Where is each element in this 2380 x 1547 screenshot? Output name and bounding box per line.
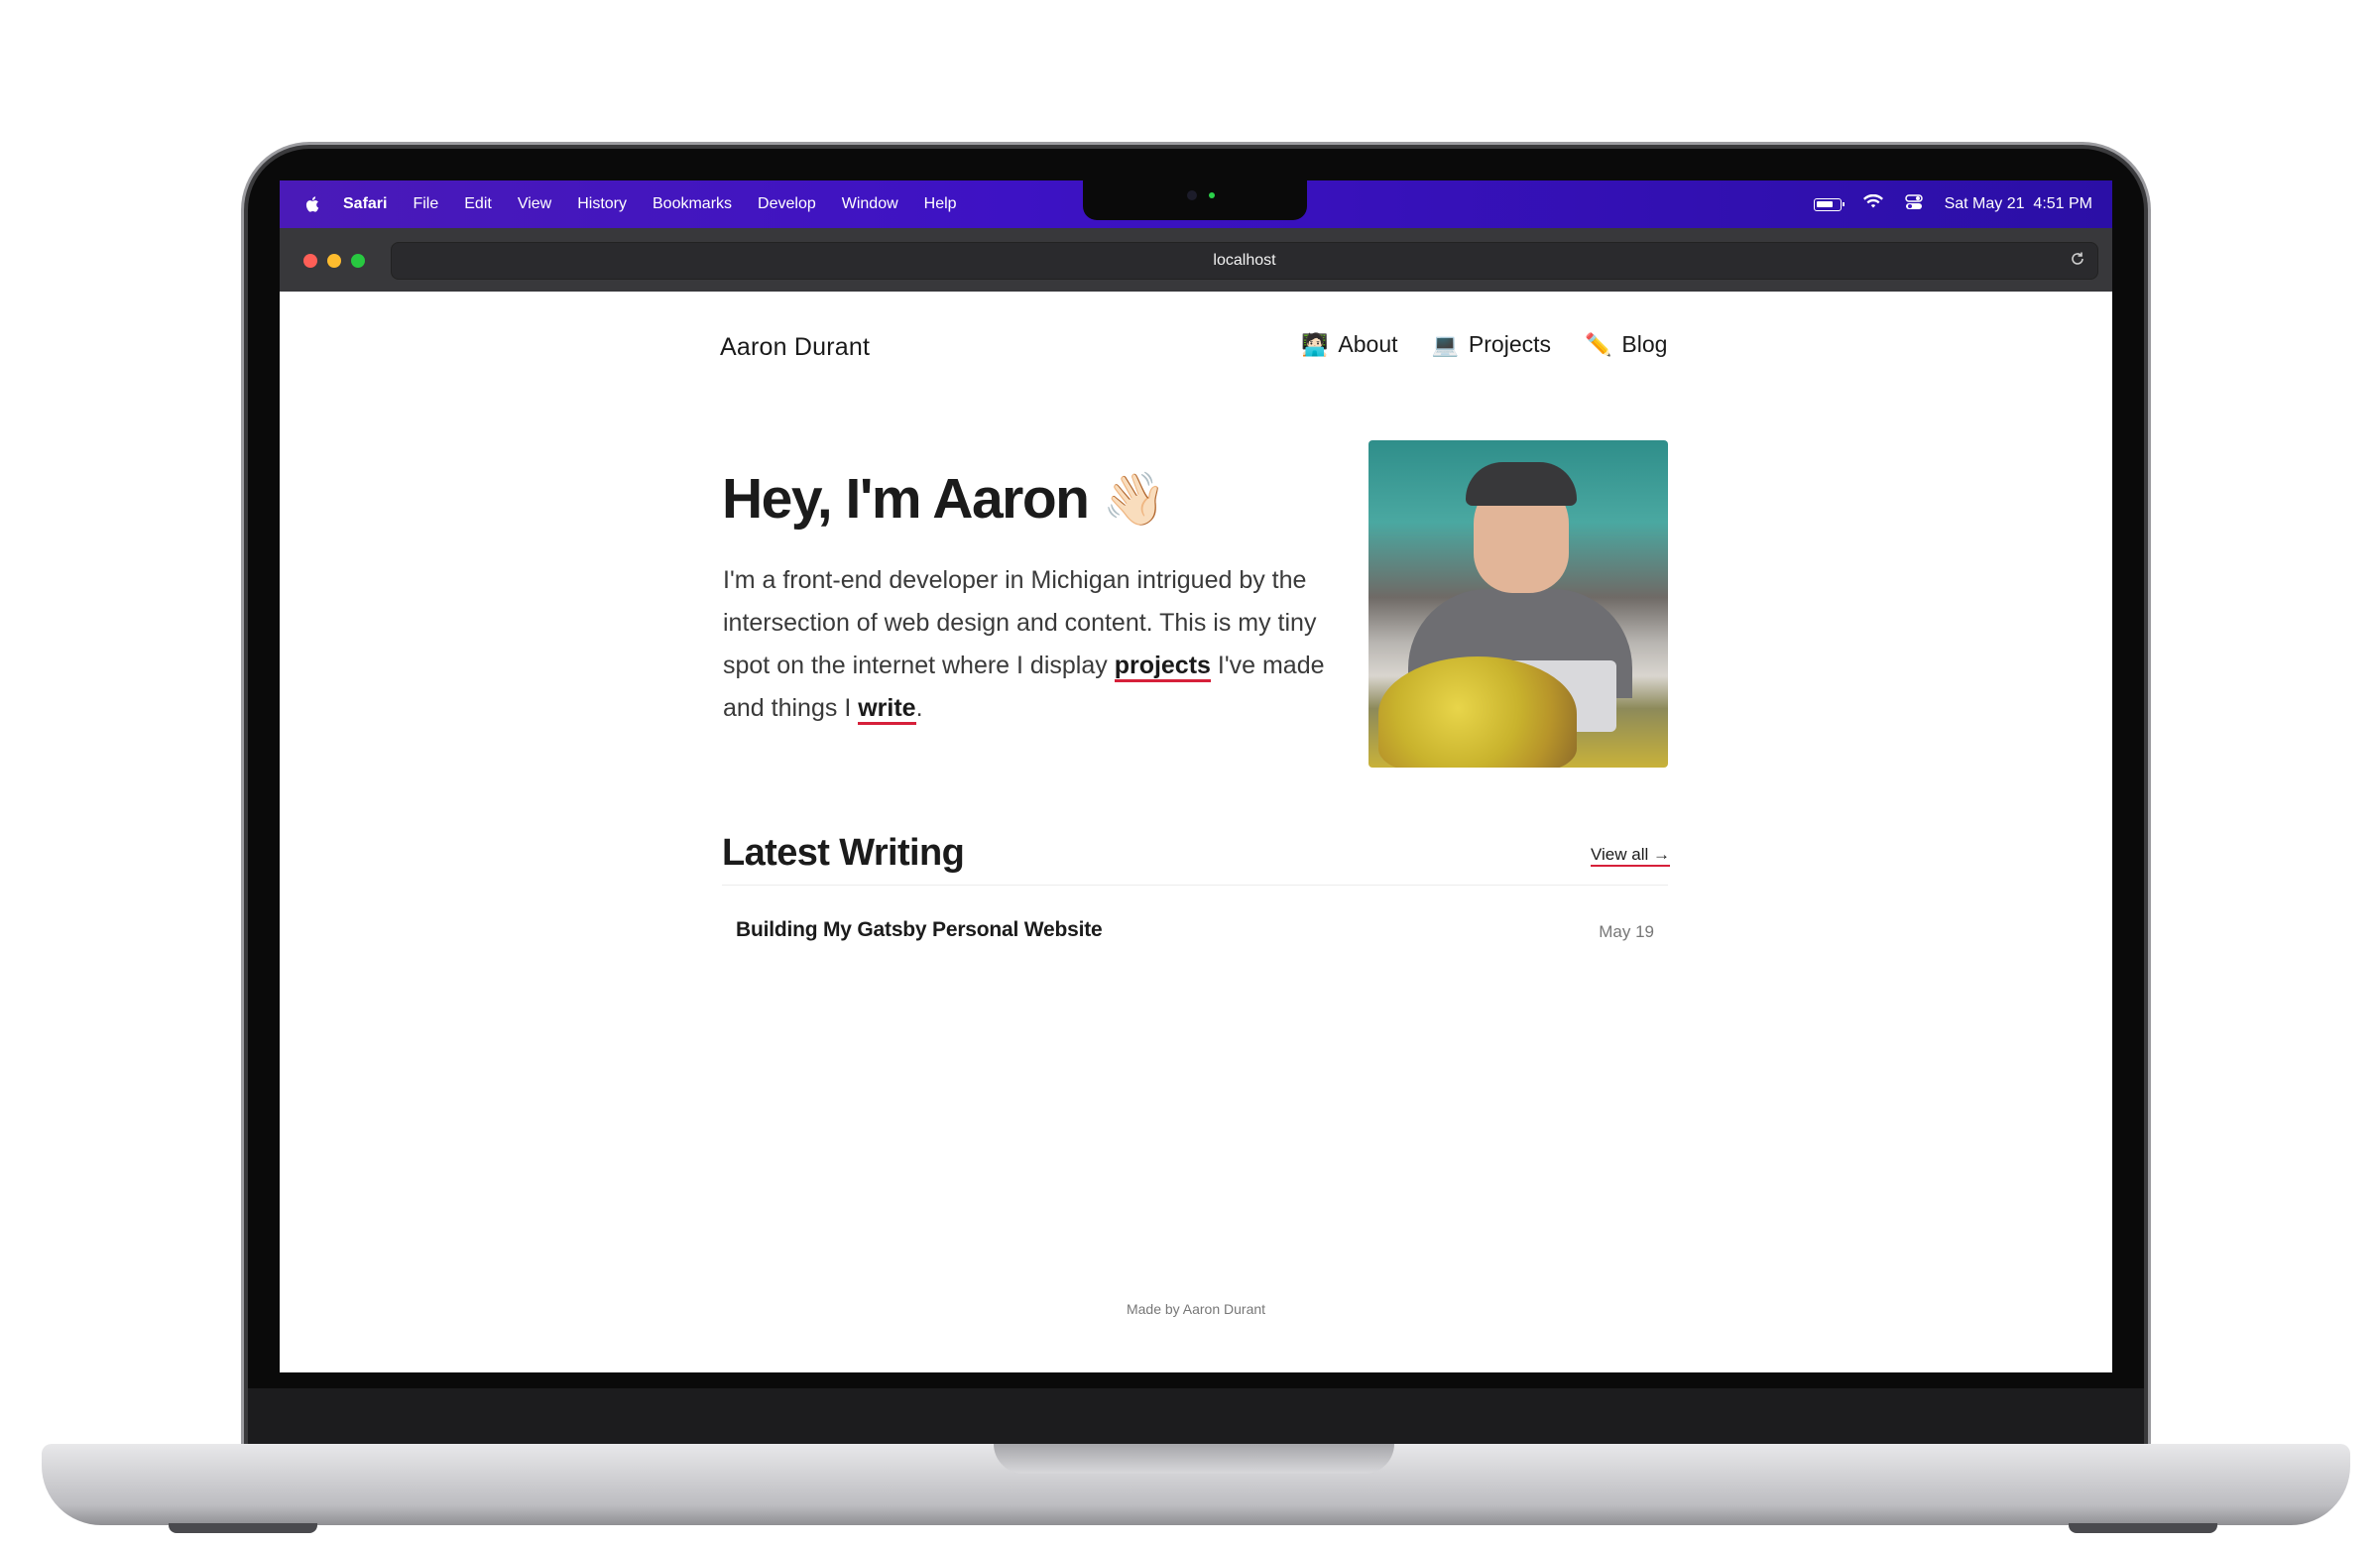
photo-cap-shape xyxy=(1466,462,1577,506)
nav-blog[interactable]: ✏️ Blog xyxy=(1585,331,1667,358)
post-date: May 19 xyxy=(1599,922,1654,941)
camera-icon xyxy=(1187,190,1197,200)
view-all-link[interactable]: View all → xyxy=(1591,845,1670,867)
menu-bar-status: Sat May 21 4:51 PM xyxy=(1813,180,2092,228)
menu-edit[interactable]: Edit xyxy=(464,195,492,213)
address-bar[interactable]: localhost xyxy=(391,242,2098,280)
web-page: Aaron Durant 🧑🏻‍💻 About 💻 Projects ✏️ Bl… xyxy=(280,292,2112,1372)
section-divider xyxy=(722,885,1668,886)
site-name[interactable]: Aaron Durant xyxy=(720,333,870,362)
waving-hand-icon: 👋🏻 xyxy=(1102,470,1166,529)
nav-about-label: About xyxy=(1338,331,1398,357)
site-footer: Made by Aaron Durant xyxy=(1126,1301,1266,1317)
window-minimize-button[interactable] xyxy=(327,254,341,268)
menu-bookmarks[interactable]: Bookmarks xyxy=(653,195,732,213)
camera-indicator-light xyxy=(1209,192,1215,198)
screen: Safari File Edit View History Bookmarks … xyxy=(280,180,2112,1372)
nav-blog-label: Blog xyxy=(1621,331,1668,357)
laptop-chin xyxy=(248,1388,2144,1448)
apple-icon[interactable] xyxy=(303,195,319,213)
address-bar-url: localhost xyxy=(1213,252,1276,269)
window-close-button[interactable] xyxy=(303,254,317,268)
battery-icon[interactable] xyxy=(1813,197,1844,211)
menu-bar: Safari File Edit View History Bookmarks … xyxy=(280,180,2112,228)
latest-writing-heading: Latest Writing xyxy=(722,832,965,874)
control-center-icon[interactable] xyxy=(1904,193,1923,215)
site-nav: 🧑🏻‍💻 About 💻 Projects ✏️ Blog xyxy=(1301,331,1667,358)
menu-develop[interactable]: Develop xyxy=(758,195,816,213)
nav-about[interactable]: 🧑🏻‍💻 About xyxy=(1301,331,1398,358)
menu-app-name[interactable]: Safari xyxy=(343,195,387,213)
hero-title: Hey, I'm Aaron 👋🏻 xyxy=(722,466,1166,532)
menu-help[interactable]: Help xyxy=(924,195,957,213)
laptop-foot-right xyxy=(2069,1523,2217,1533)
pencil-emoji-icon: ✏️ xyxy=(1585,331,1612,357)
profile-photo xyxy=(1368,440,1668,768)
nav-projects-label: Projects xyxy=(1468,331,1552,357)
post-title[interactable]: Building My Gatsby Personal Website xyxy=(736,918,1103,942)
camera-notch xyxy=(1083,180,1307,220)
hero-intro-part-3: . xyxy=(915,694,923,722)
menu-view[interactable]: View xyxy=(518,195,551,213)
menu-history[interactable]: History xyxy=(577,195,627,213)
photo-food-shape xyxy=(1378,656,1577,768)
write-link[interactable]: write xyxy=(858,694,916,725)
menu-window[interactable]: Window xyxy=(842,195,898,213)
menu-clock[interactable]: Sat May 21 4:51 PM xyxy=(1945,195,2092,213)
browser-toolbar: localhost xyxy=(280,228,2112,293)
window-zoom-button[interactable] xyxy=(351,254,365,268)
menu-file[interactable]: File xyxy=(413,195,438,213)
nav-projects[interactable]: 💻 Projects xyxy=(1432,331,1552,358)
laptop-emoji-icon: 💻 xyxy=(1431,331,1459,357)
laptop-thumb-groove xyxy=(994,1444,1394,1474)
post-list-item[interactable]: Building My Gatsby Personal Website May … xyxy=(722,906,1668,956)
hero-intro: I'm a front-end developer in Michigan in… xyxy=(723,559,1328,730)
hero-title-text: Hey, I'm Aaron xyxy=(722,467,1090,531)
projects-link[interactable]: projects xyxy=(1114,652,1211,682)
reload-icon[interactable] xyxy=(2070,251,2085,272)
wifi-icon[interactable] xyxy=(1862,193,1883,215)
laptop-foot-left xyxy=(169,1523,317,1533)
technologist-emoji-icon: 🧑🏻‍💻 xyxy=(1301,331,1329,357)
